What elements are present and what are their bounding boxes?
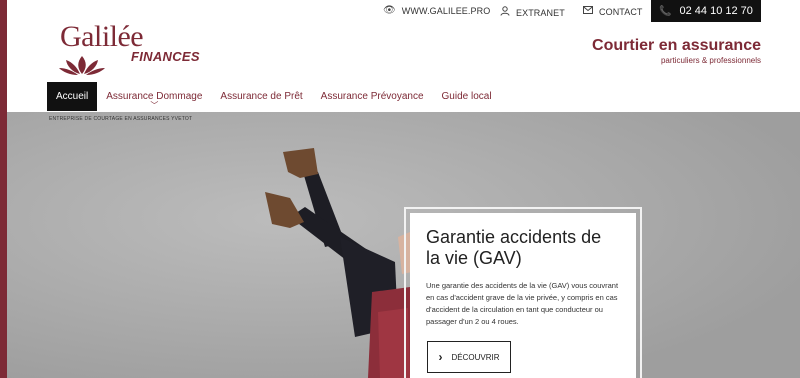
- hero-card-title: Garantie accidents de la vie (GAV): [426, 227, 602, 268]
- phone-icon: 📞: [659, 5, 672, 17]
- hero-card-text: Une garantie des accidents de la vie (GA…: [426, 281, 619, 326]
- contact-link[interactable]: CONTACT: [583, 6, 643, 17]
- nav-item-assurance-prevoyance[interactable]: Assurance Prévoyance: [312, 82, 433, 111]
- chevron-right-icon: ›: [438, 350, 443, 364]
- contact-link-label: CONTACT: [599, 6, 643, 17]
- logo-subtitle: FINANCES: [131, 49, 200, 64]
- extranet-link[interactable]: EXTRANET: [500, 6, 565, 19]
- phone-number: 02 44 10 12 70: [679, 5, 753, 17]
- hero-photo: [0, 112, 800, 378]
- nav-item-assurance-de-pret[interactable]: Assurance de Prêt: [211, 82, 311, 111]
- lotus-icon: [59, 56, 105, 75]
- site-logo[interactable]: Galilée FINANCES: [58, 18, 218, 78]
- nav-item-accueil[interactable]: Accueil: [47, 82, 98, 111]
- extranet-link-label: EXTRANET: [516, 7, 565, 18]
- left-accent-bar: [0, 0, 7, 378]
- tagline-subtitle: particuliers & professionnels: [660, 56, 761, 65]
- main-nav: Accueil Assurance Dommage ﹀ Assurance de…: [47, 82, 501, 111]
- website-link[interactable]: 👁 WWW.GALILEE.PRO: [383, 5, 491, 17]
- hero-card: Garantie accidents de la vie (GAV) Une g…: [410, 213, 636, 378]
- phone-button[interactable]: 📞 02 44 10 12 70: [651, 0, 761, 22]
- discover-button[interactable]: › DÉCOUVRIR: [427, 341, 511, 373]
- chevron-down-icon: ﹀: [150, 101, 159, 110]
- hero-banner: [0, 112, 800, 378]
- user-icon: [500, 6, 510, 19]
- breadcrumb: ENTREPRISE DE COURTAGE EN ASSURANCES YVE…: [49, 116, 193, 122]
- website-link-label: WWW.GALILEE.PRO: [401, 6, 491, 16]
- eye-icon: 👁: [383, 5, 396, 16]
- discover-button-label: DÉCOUVRIR: [451, 352, 500, 362]
- nav-item-guide-local[interactable]: Guide local: [433, 82, 501, 111]
- tagline-title: Courtier en assurance: [592, 37, 761, 54]
- envelope-icon: [583, 6, 593, 17]
- nav-item-assurance-dommage[interactable]: Assurance Dommage ﹀: [97, 82, 211, 111]
- header-tagline: Courtier en assurance particuliers & pro…: [592, 37, 761, 65]
